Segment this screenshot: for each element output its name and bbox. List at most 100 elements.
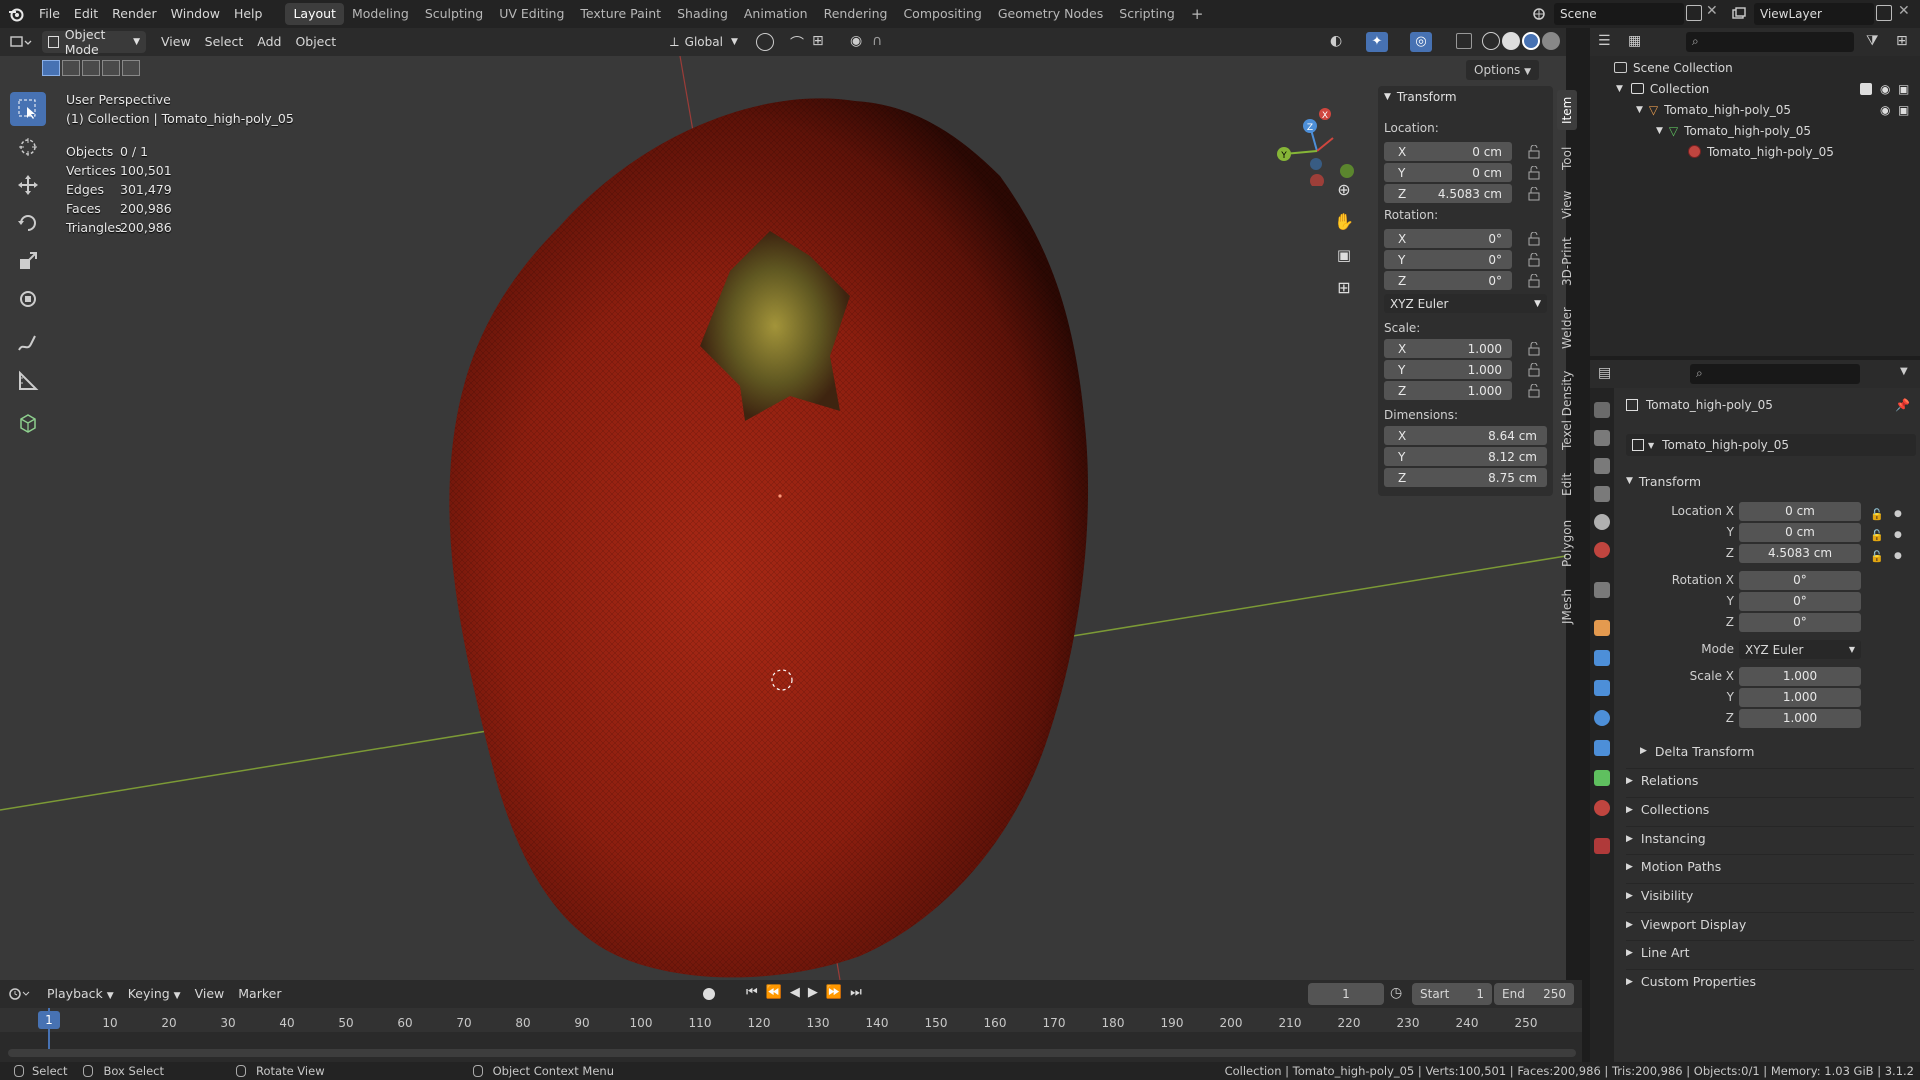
- snap-icon[interactable]: ⌒: [790, 33, 804, 53]
- camera-icon[interactable]: ▣: [1898, 82, 1909, 96]
- tab-modeling[interactable]: Modeling: [344, 3, 417, 25]
- prop-rotation-y[interactable]: 0°: [1739, 592, 1861, 611]
- visibility-icon[interactable]: ◐: [1330, 33, 1342, 49]
- tab-view[interactable]: View: [1557, 184, 1577, 226]
- current-frame-field[interactable]: 1: [1308, 983, 1384, 1005]
- mode-selector[interactable]: Object Mode ▼: [42, 27, 146, 57]
- section-motion-paths[interactable]: ▶ Motion Paths: [1626, 854, 1914, 878]
- play-reverse-icon[interactable]: ◀: [790, 985, 800, 1000]
- measure-tool[interactable]: [10, 364, 46, 398]
- xray-icon[interactable]: [1456, 33, 1472, 49]
- particles-tab-icon[interactable]: [1594, 680, 1610, 696]
- section-line-art[interactable]: ▶ Line Art: [1626, 940, 1914, 964]
- lock-icon[interactable]: [1528, 144, 1540, 159]
- material-preview-icon[interactable]: [1522, 32, 1540, 50]
- dimension-x-field[interactable]: X 8.64 cm: [1384, 426, 1547, 445]
- menu-view[interactable]: View: [154, 31, 198, 53]
- options-dropdown[interactable]: Options ▼: [1466, 60, 1540, 80]
- rotation-x-field[interactable]: X 0°: [1384, 229, 1512, 248]
- section-custom-properties[interactable]: ▶ Custom Properties: [1626, 969, 1914, 993]
- menu-edit[interactable]: Edit: [67, 0, 105, 28]
- scene-selector[interactable]: Scene: [1554, 3, 1684, 25]
- gizmo-toggle-icon[interactable]: ✦: [1366, 32, 1388, 52]
- tab-edit[interactable]: Edit: [1557, 464, 1577, 504]
- material-tab-icon[interactable]: [1594, 800, 1610, 816]
- prop-rotation-x[interactable]: 0°: [1739, 571, 1861, 590]
- lock-icon[interactable]: [1528, 273, 1540, 288]
- falloff-icon[interactable]: ∩: [872, 33, 882, 49]
- outliner-editor-icon[interactable]: ☰: [1598, 33, 1611, 49]
- transform-section-header[interactable]: ▼ Transform: [1626, 470, 1916, 492]
- timeline-scrollbar[interactable]: [8, 1049, 1576, 1057]
- prop-location-z[interactable]: 4.5083 cm: [1739, 544, 1861, 563]
- proportional-editing-icon[interactable]: ◉: [850, 33, 862, 49]
- select-box-tool[interactable]: [10, 92, 46, 126]
- lock-icon[interactable]: [1528, 165, 1540, 180]
- navigation-gizmo[interactable]: Z Y X: [1270, 96, 1360, 186]
- data-tab-icon[interactable]: [1594, 770, 1610, 786]
- annotate-tool[interactable]: [10, 326, 46, 360]
- playhead-marker[interactable]: 1: [38, 1011, 60, 1029]
- menu-timeline-view[interactable]: View: [188, 983, 232, 1005]
- menu-marker[interactable]: Marker: [231, 983, 288, 1005]
- rendered-shading-icon[interactable]: [1542, 32, 1560, 50]
- keyframe-dot-icon[interactable]: ●: [1894, 504, 1902, 525]
- lock-icon[interactable]: [1528, 231, 1540, 246]
- timeline-editor-icon[interactable]: [0, 987, 40, 1001]
- perspective-toggle-icon[interactable]: ⊞: [1332, 278, 1356, 302]
- timeline-track[interactable]: 1 10 20 30 40 50 60 70 80 90 100 110 120…: [0, 1008, 1582, 1062]
- transform-tool[interactable]: [10, 282, 46, 316]
- rotate-tool[interactable]: [10, 206, 46, 240]
- wireframe-shading-icon[interactable]: [1482, 32, 1500, 50]
- properties-search-input[interactable]: ⌕: [1690, 364, 1860, 384]
- section-visibility[interactable]: ▶ Visibility: [1626, 883, 1914, 907]
- section-viewport-display[interactable]: ▶ Viewport Display: [1626, 912, 1914, 936]
- keyframe-dot-icon[interactable]: ●: [1894, 525, 1902, 546]
- tab-3d-print[interactable]: 3D-Print: [1557, 232, 1577, 292]
- section-collections[interactable]: ▶ Collections: [1626, 797, 1914, 821]
- record-icon[interactable]: [703, 988, 715, 1000]
- tab-scripting[interactable]: Scripting: [1111, 3, 1183, 25]
- tab-animation[interactable]: Animation: [736, 3, 816, 25]
- delta-transform-subpanel[interactable]: ▶ Delta Transform: [1640, 740, 1916, 762]
- view-layer-icon[interactable]: [1726, 3, 1752, 25]
- overlays-toggle-icon[interactable]: ◎: [1410, 32, 1432, 52]
- lock-icon[interactable]: [1528, 383, 1540, 398]
- view-layer-selector[interactable]: ViewLayer: [1754, 3, 1874, 25]
- lock-icon[interactable]: 🔓: [1870, 525, 1884, 546]
- prev-keyframe-icon[interactable]: ⏪: [766, 985, 782, 1000]
- pin-icon[interactable]: 📌: [1895, 398, 1910, 412]
- eye-icon[interactable]: ◉: [1880, 103, 1890, 117]
- texture-tab-icon[interactable]: [1594, 838, 1610, 854]
- lock-icon[interactable]: 🔓: [1870, 504, 1884, 525]
- dimension-y-field[interactable]: Y 8.12 cm: [1384, 447, 1547, 466]
- tab-polygon[interactable]: Polygon: [1557, 512, 1577, 574]
- exclude-checkbox-icon[interactable]: [1860, 82, 1872, 95]
- end-frame-field[interactable]: End 250: [1494, 983, 1574, 1005]
- location-y-field[interactable]: Y 0 cm: [1384, 163, 1512, 182]
- menu-object[interactable]: Object: [288, 31, 343, 53]
- constraints-tab-icon[interactable]: [1594, 740, 1610, 756]
- select-new-icon[interactable]: [42, 60, 60, 76]
- select-invert-icon[interactable]: [102, 60, 120, 76]
- tab-shading[interactable]: Shading: [669, 3, 736, 25]
- eye-icon[interactable]: ◉: [1880, 82, 1890, 96]
- next-keyframe-icon[interactable]: ⏩: [826, 985, 842, 1000]
- play-icon[interactable]: ▶: [808, 985, 818, 1000]
- camera-icon[interactable]: ▣: [1898, 103, 1909, 117]
- display-mode-icon[interactable]: ▦: [1628, 33, 1641, 49]
- tab-jmesh[interactable]: JMesh: [1557, 582, 1577, 630]
- outliner-row-scene-collection[interactable]: Scene Collection: [1590, 57, 1920, 78]
- lock-icon[interactable]: [1528, 252, 1540, 267]
- cursor-tool[interactable]: [10, 130, 46, 164]
- close-view-layer-icon[interactable]: ✕: [1898, 3, 1910, 19]
- transform-orientation-selector[interactable]: ⟂ Global ▼: [670, 31, 738, 53]
- tab-tool[interactable]: Tool: [1557, 138, 1577, 178]
- add-workspace-button[interactable]: +: [1183, 3, 1212, 25]
- outliner-row-mesh-data[interactable]: ▼ ▽ Tomato_high-poly_05: [1590, 120, 1920, 141]
- object-datablock-field[interactable]: ▼ Tomato_high-poly_05: [1626, 434, 1916, 456]
- jump-end-icon[interactable]: ⏭: [850, 985, 862, 1000]
- tab-texture-paint[interactable]: Texture Paint: [572, 3, 669, 25]
- transform-panel-header[interactable]: ▼ Transform: [1384, 90, 1457, 104]
- tab-welder[interactable]: Welder: [1557, 300, 1577, 356]
